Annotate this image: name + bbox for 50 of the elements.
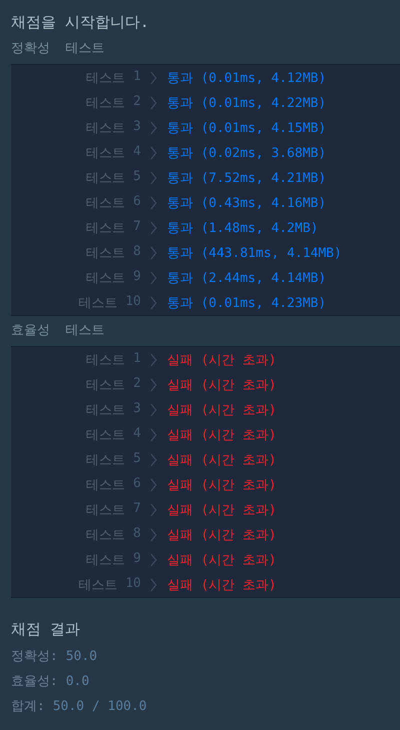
summary-value: 0.0 xyxy=(66,673,90,691)
test-result: 통과 (0.01ms, 4.15MB) xyxy=(167,120,326,136)
summary-label: 효율성: xyxy=(11,673,58,691)
test-result: 통과 (1.48ms, 4.2MB) xyxy=(167,220,318,236)
chevron-icon xyxy=(150,246,157,260)
chevron-icon xyxy=(150,452,157,466)
summary-value: 50.0 xyxy=(66,648,98,666)
summary-label: 정확성: xyxy=(11,648,58,666)
chevron-icon xyxy=(150,478,157,492)
test-result: 통과 (443.81ms, 4.14MB) xyxy=(167,244,342,262)
test-result: 통과 (0.01ms, 4.12MB) xyxy=(167,70,326,86)
chevron-icon xyxy=(150,170,157,184)
test-result: 통과 (0.43ms, 4.16MB) xyxy=(167,194,326,212)
summary-label: 합계: xyxy=(11,698,45,716)
section-heading: 정확성 테스트 xyxy=(11,40,106,58)
test-result: 실패 (시간 초과) xyxy=(167,576,276,594)
test-result: 통과 (0.01ms, 4.22MB) xyxy=(167,94,326,112)
chevron-icon xyxy=(150,528,157,542)
summary-value: 50.0 / 100.0 xyxy=(52,698,147,716)
chevron-icon xyxy=(150,428,157,442)
chevron-icon xyxy=(150,352,157,366)
test-result: 실패 (시간 초과) xyxy=(167,476,276,494)
summary-title: 채점 결과 xyxy=(11,619,82,640)
test-result: 실패 (시간 초과) xyxy=(167,452,276,468)
test-result: 실패 (시간 초과) xyxy=(167,352,276,368)
test-result: 실패 (시간 초과) xyxy=(167,376,276,394)
test-result: 실패 (시간 초과) xyxy=(167,502,276,518)
chevron-icon xyxy=(150,552,157,566)
chevron-icon xyxy=(150,270,157,284)
chevron-icon xyxy=(150,120,157,134)
chevron-icon xyxy=(150,502,157,516)
chevron-icon xyxy=(150,378,157,392)
test-result: 실패 (시간 초과) xyxy=(167,552,276,568)
chevron-icon xyxy=(150,146,157,160)
test-result: 통과 (0.02ms, 3.68MB) xyxy=(167,144,326,162)
test-result: 실패 (시간 초과) xyxy=(167,526,276,544)
chevron-icon xyxy=(150,220,157,234)
status-message: 채점을 시작합니다. xyxy=(11,12,150,33)
chevron-icon xyxy=(150,296,157,310)
chevron-icon xyxy=(150,96,157,110)
test-result: 실패 (시간 초과) xyxy=(167,426,276,444)
chevron-icon xyxy=(150,196,157,210)
test-result: 실패 (시간 초과) xyxy=(167,402,276,418)
section-heading: 효율성 테스트 xyxy=(11,322,106,340)
chevron-icon xyxy=(150,70,157,84)
chevron-icon xyxy=(150,402,157,416)
test-result: 통과 (0.01ms, 4.23MB) xyxy=(167,294,326,312)
test-result: 통과 (7.52ms, 4.21MB) xyxy=(167,170,326,186)
chevron-icon xyxy=(150,578,157,592)
test-result: 통과 (2.44ms, 4.14MB) xyxy=(167,270,326,286)
